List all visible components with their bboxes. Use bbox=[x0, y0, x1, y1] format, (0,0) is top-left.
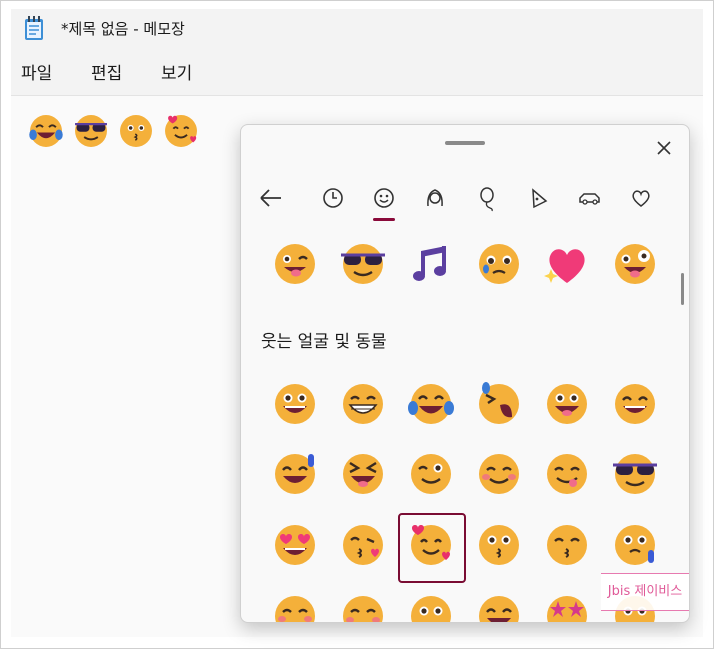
emoji-beaming-face[interactable] bbox=[610, 379, 660, 429]
person-icon[interactable] bbox=[418, 181, 452, 215]
emoji-winking-face[interactable] bbox=[406, 449, 456, 499]
emoji-beaming-partial[interactable] bbox=[474, 591, 524, 623]
emoji-blush-partial[interactable] bbox=[270, 591, 320, 623]
emoji-blowing-kiss[interactable] bbox=[338, 520, 388, 570]
emoji-grinning-smiling-eyes[interactable] bbox=[542, 379, 592, 429]
emoji-star-struck-partial[interactable] bbox=[542, 591, 592, 623]
sunglasses-emoji bbox=[75, 115, 107, 147]
smiling-with-hearts-emoji bbox=[165, 115, 197, 147]
scrollbar-thumb[interactable] bbox=[681, 273, 684, 305]
category-tabs bbox=[241, 177, 689, 223]
emoji-smiling-blush[interactable] bbox=[474, 449, 524, 499]
emoji-grinning-sweat[interactable] bbox=[270, 449, 320, 499]
emoji-squinting-face[interactable] bbox=[338, 449, 388, 499]
clock-icon[interactable] bbox=[316, 181, 350, 215]
menu-view[interactable]: 보기 bbox=[161, 59, 192, 84]
emoji-grinning-face[interactable] bbox=[270, 379, 320, 429]
menu-edit[interactable]: 편집 bbox=[91, 59, 122, 84]
emoji-grinning-big-eyes[interactable] bbox=[338, 379, 388, 429]
emoji-winking-tongue[interactable] bbox=[270, 239, 320, 289]
watermark: Jbis 제이비스 bbox=[601, 573, 689, 611]
emoji-musical-notes[interactable] bbox=[406, 239, 456, 289]
car-icon[interactable] bbox=[573, 181, 607, 215]
back-arrow-icon[interactable] bbox=[253, 181, 287, 215]
emoji-kissing-smiling-eyes[interactable] bbox=[542, 520, 592, 570]
menu-file[interactable]: 파일 bbox=[21, 59, 52, 84]
heart-icon[interactable] bbox=[624, 181, 658, 215]
emoji-savoring-food[interactable] bbox=[542, 449, 592, 499]
section-title: 웃는 얼굴 및 동물 bbox=[261, 332, 387, 352]
kissing-emoji bbox=[120, 115, 152, 147]
smiley-icon[interactable] bbox=[367, 181, 401, 215]
emoji-panel: 웃는 얼굴 및 동물 Jbis 제이비스 bbox=[240, 124, 690, 623]
emoji-open-mouth-sweat[interactable] bbox=[610, 520, 660, 570]
emoji-open-eyes-partial[interactable] bbox=[406, 591, 456, 623]
drag-handle[interactable] bbox=[445, 141, 485, 145]
emoji-kissing-face[interactable] bbox=[474, 520, 524, 570]
emoji-tears-of-joy[interactable] bbox=[406, 379, 456, 429]
close-icon[interactable] bbox=[649, 133, 679, 163]
window-title: *제목 없음 - 메모장 bbox=[61, 20, 185, 38]
emoji-sunglasses[interactable] bbox=[338, 239, 388, 289]
emoji-rolling-laughing[interactable] bbox=[474, 379, 524, 429]
selected-tab-indicator bbox=[373, 218, 395, 221]
emoji-sparkling-heart[interactable] bbox=[542, 239, 592, 289]
emoji-kissing-blush-partial[interactable] bbox=[338, 591, 388, 623]
emoji-holding-back-tears[interactable] bbox=[474, 239, 524, 289]
notepad-icon bbox=[25, 16, 43, 40]
selected-emoji-highlight bbox=[398, 513, 466, 583]
emoji-sunglasses-2[interactable] bbox=[610, 449, 660, 499]
emoji-zany-face[interactable] bbox=[610, 239, 660, 289]
balloon-icon[interactable] bbox=[471, 181, 505, 215]
tears-of-joy-emoji bbox=[29, 115, 63, 147]
title-bar: *제목 없음 - 메모장 bbox=[11, 9, 703, 47]
pizza-icon[interactable] bbox=[522, 181, 556, 215]
menu-bar: 파일 편집 보기 bbox=[11, 47, 703, 96]
emoji-heart-eyes[interactable] bbox=[270, 520, 320, 570]
